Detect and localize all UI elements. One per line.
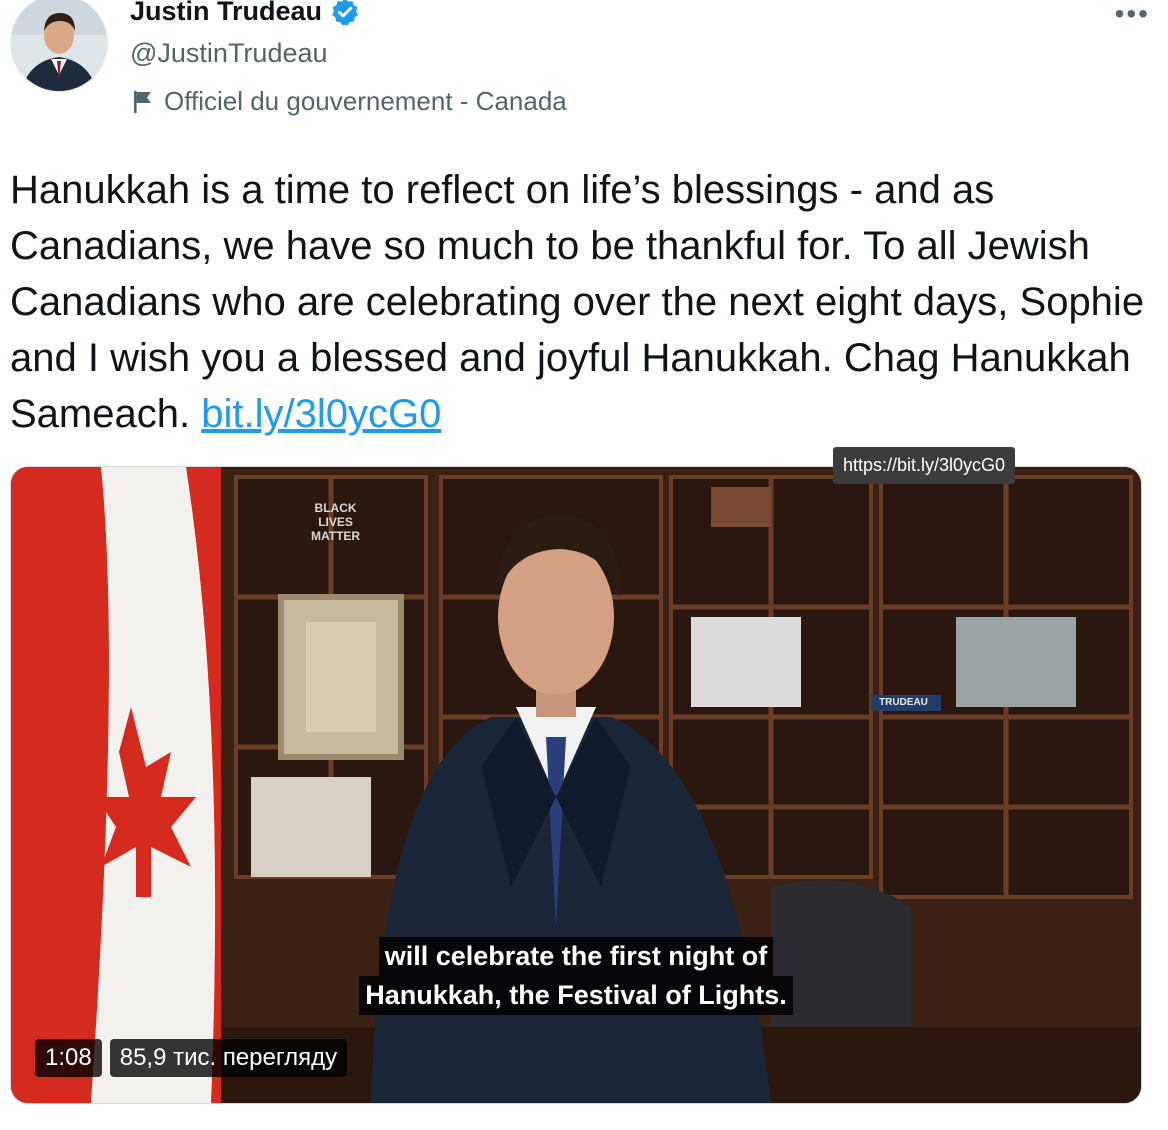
tweet-text: Hanukkah is a time to reflect on life’s …	[10, 162, 1160, 442]
more-options-icon[interactable]: •••	[1115, 0, 1150, 28]
sign-text-line: LIVES	[318, 515, 353, 529]
name-row: Justin Trudeau	[130, 0, 360, 27]
author-handle[interactable]: @JustinTrudeau	[130, 38, 328, 69]
sign-text-line: MATTER	[311, 529, 361, 543]
nameplate-text: TRUDEAU	[879, 697, 928, 708]
video-view-count: 85,9 тис. перегляду	[109, 1039, 348, 1077]
link-tooltip: https://bit.ly/3l0ycG0	[833, 447, 1016, 484]
caption-line-1: will celebrate the first night of	[378, 937, 774, 976]
tweet-body: Hanukkah is a time to reflect on life’s …	[10, 168, 1145, 436]
verified-badge-icon	[330, 0, 360, 27]
flag-icon	[132, 89, 154, 115]
author-display-name[interactable]: Justin Trudeau	[130, 0, 322, 27]
sign-text-group: BLACK LIVES MATTER	[311, 501, 360, 543]
government-label[interactable]: Officiel du gouvernement - Canada	[132, 86, 567, 117]
tweet: Justin Trudeau @JustinTrudeau ••• Offici…	[0, 0, 1168, 1130]
video-player[interactable]: BLACK LIVES MATTER TRUDEAU will celebrat…	[10, 466, 1142, 1104]
avatar-image	[11, 0, 107, 91]
caption-line-2: Hanukkah, the Festival of Lights.	[359, 976, 793, 1015]
video-caption: will celebrate the first night of Hanukk…	[11, 937, 1141, 1015]
video-duration: 1:08	[35, 1039, 102, 1077]
government-label-text: Officiel du gouvernement - Canada	[164, 86, 567, 116]
author-avatar[interactable]	[10, 0, 108, 92]
sign-text-line: BLACK	[314, 501, 357, 515]
tweet-link[interactable]: bit.ly/3l0ycG0	[201, 392, 441, 436]
video-meta: 1:08 85,9 тис. перегляду	[35, 1039, 348, 1077]
